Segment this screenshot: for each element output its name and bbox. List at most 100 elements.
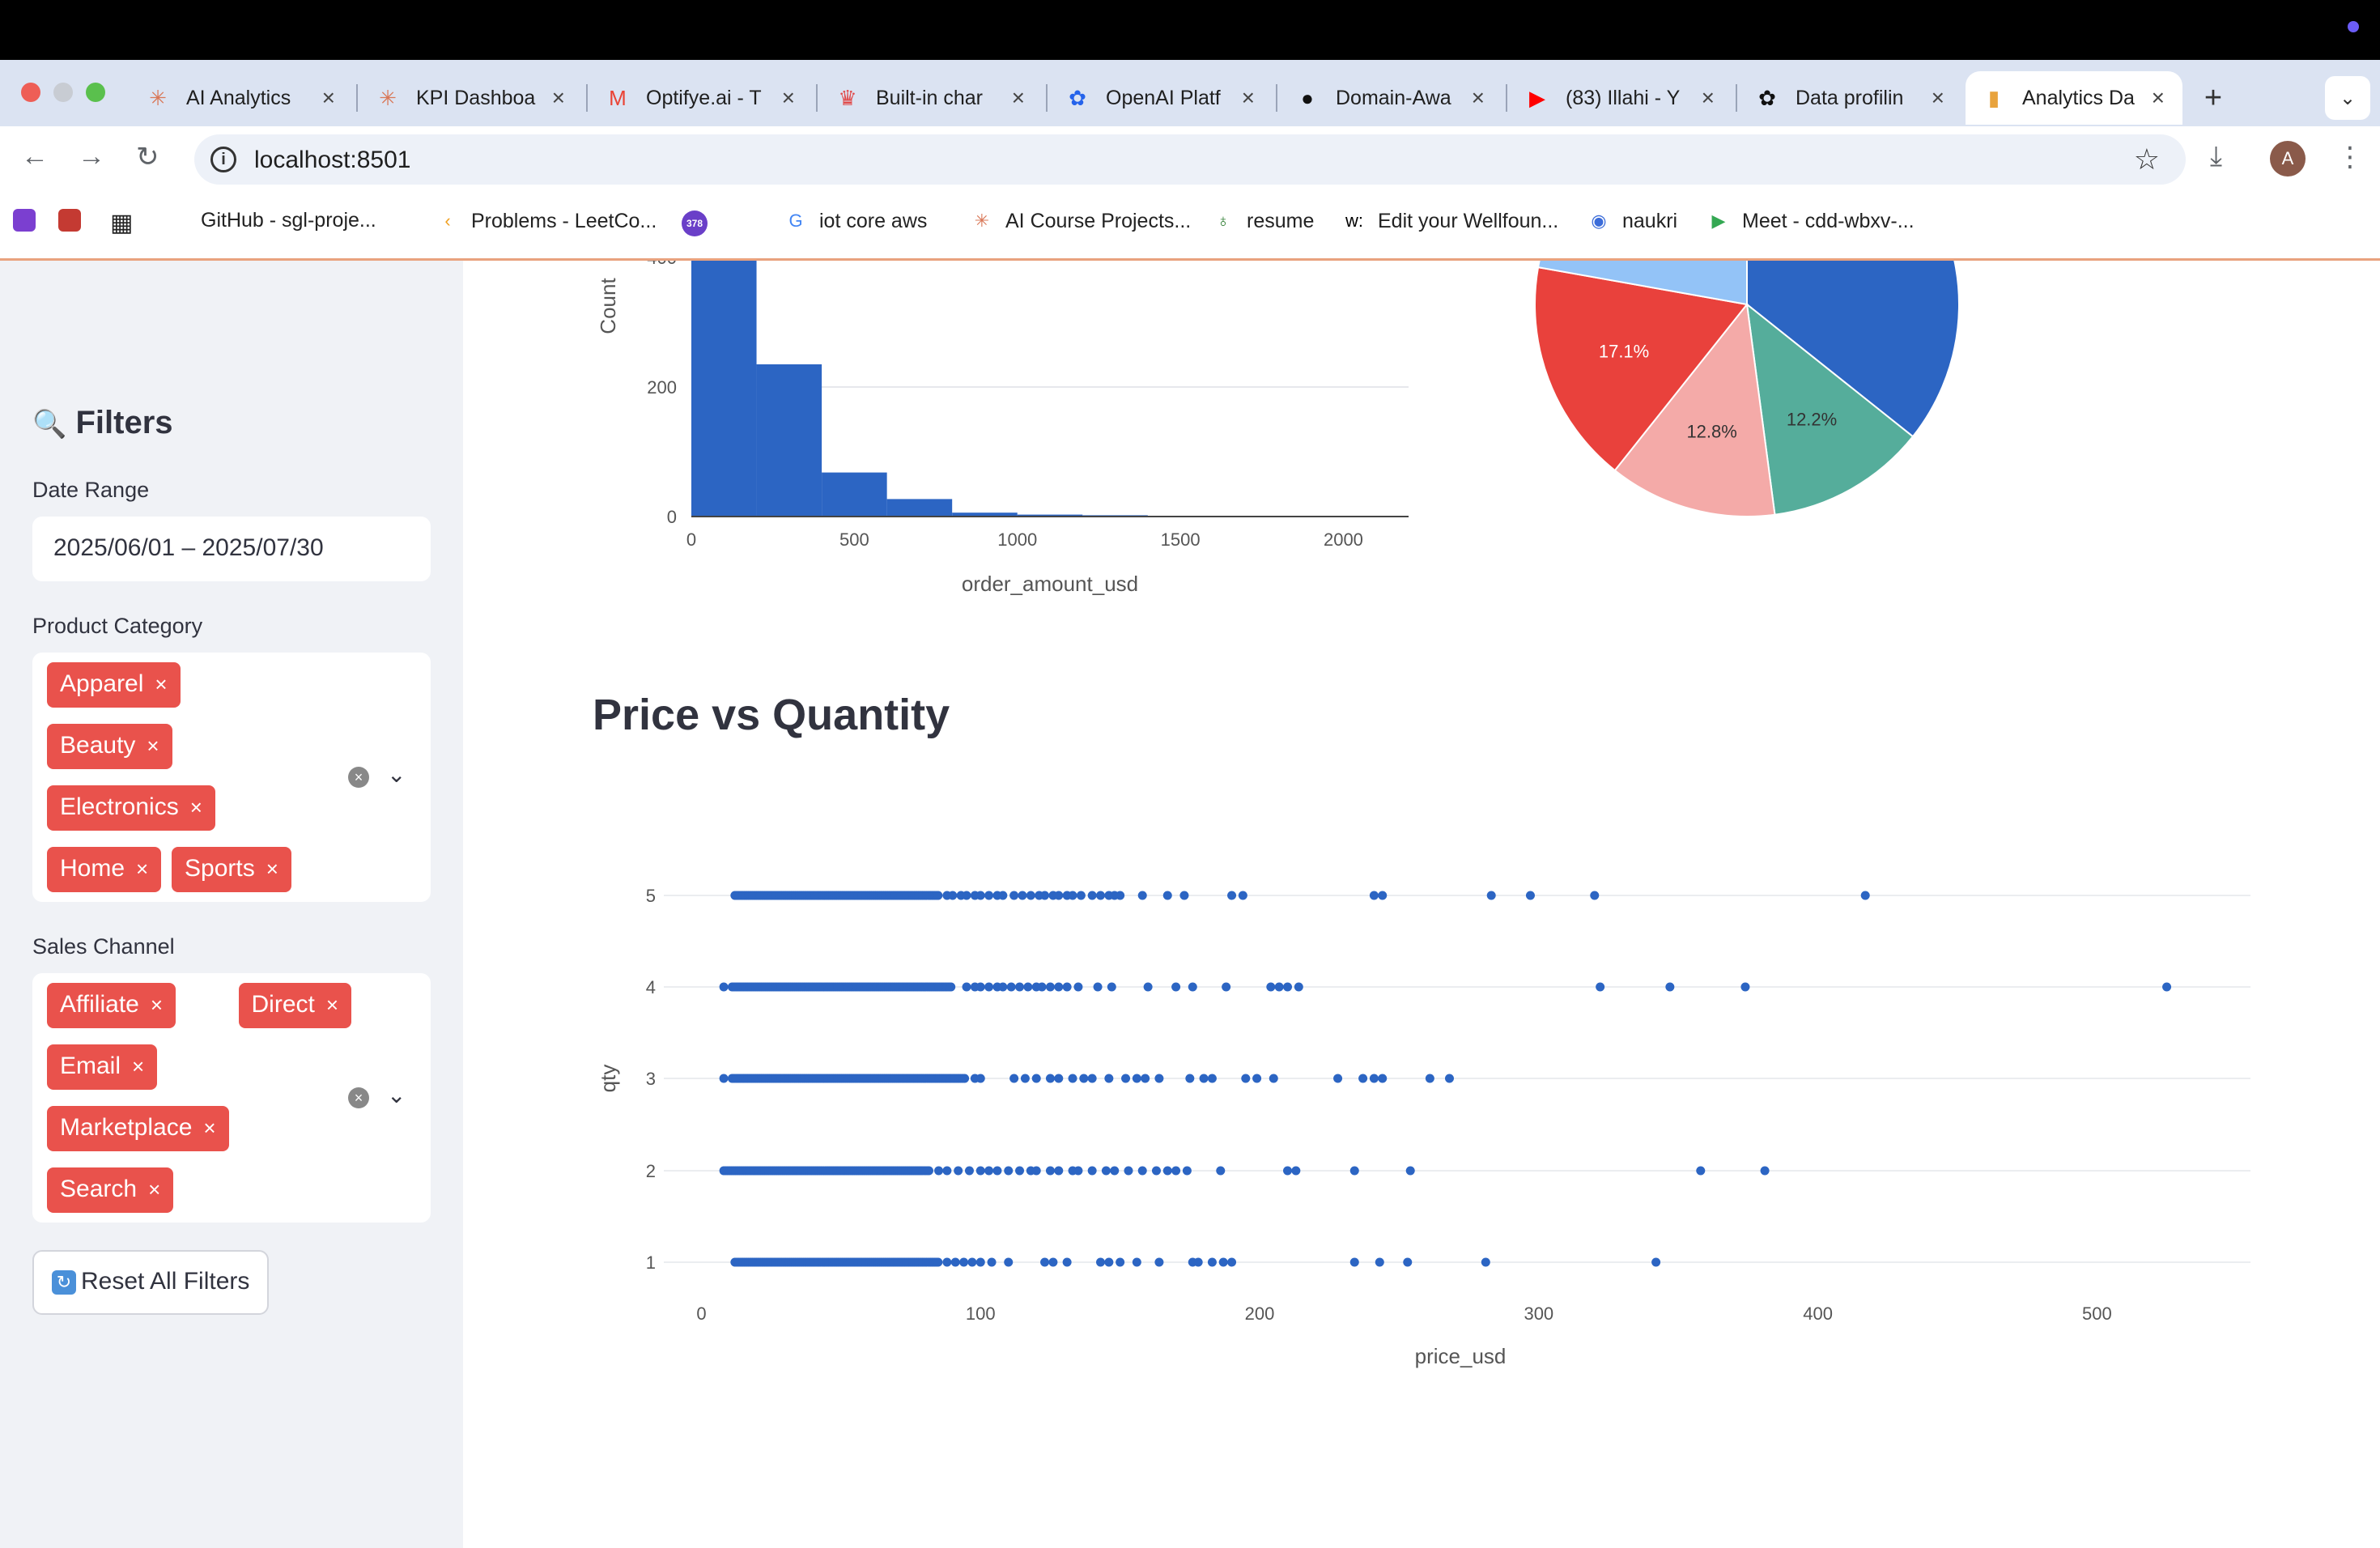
chip-label: Beauty <box>60 732 136 759</box>
remove-chip-icon[interactable]: × <box>203 1116 215 1140</box>
scatter-y-tick: 2 <box>646 1161 656 1181</box>
remove-chip-icon[interactable]: × <box>326 993 338 1017</box>
badge-count: 378 <box>682 211 708 236</box>
close-tab-icon[interactable]: × <box>1932 85 1944 111</box>
scatter-point <box>1216 1166 1226 1176</box>
bookmark-item[interactable]: Giot core aws <box>784 209 927 233</box>
remove-chip-icon[interactable]: × <box>151 993 163 1017</box>
filter-chip[interactable]: Apparel × <box>47 662 181 708</box>
sales-channel-multiselect[interactable]: × ⌄ Affiliate × Direct × Email × Marketplace × S… <box>32 973 431 1223</box>
new-tab-button[interactable]: + <box>2189 71 2238 125</box>
scatter-point <box>1096 891 1106 900</box>
close-window-button[interactable] <box>21 83 40 102</box>
scatter-point <box>1162 1166 1172 1176</box>
scatter-point <box>1266 982 1276 992</box>
remove-chip-icon[interactable]: × <box>132 1054 144 1078</box>
chip-label: Home <box>60 855 125 882</box>
filter-chip[interactable]: Direct × <box>238 983 352 1028</box>
date-range-input[interactable]: 2025/06/01 – 2025/07/30 <box>32 517 431 581</box>
remove-chip-icon[interactable]: × <box>190 795 202 819</box>
filter-chip[interactable]: Home × <box>47 847 162 892</box>
clear-channel-icon[interactable]: × <box>348 1087 369 1108</box>
tab-separator <box>1046 84 1048 112</box>
browser-tab[interactable]: ● Domain-Awa × <box>1279 71 1502 125</box>
clear-category-icon[interactable]: × <box>348 767 369 788</box>
bookmark-item[interactable]: GitHub - sgl-proje... <box>201 209 376 232</box>
app-purple-icon[interactable] <box>13 209 36 232</box>
browser-tab[interactable]: ▮ Analytics Da × <box>1966 71 2182 125</box>
scatter-point <box>1274 982 1284 992</box>
browser-tab[interactable]: ✿ Data profilin × <box>1739 71 1962 125</box>
scatter-point <box>1107 982 1116 992</box>
browser-tab[interactable]: ✳ AI Analytics × <box>130 71 353 125</box>
remove-chip-icon[interactable]: × <box>148 1177 160 1201</box>
scatter-point <box>1171 1166 1181 1176</box>
scatter-point <box>960 1074 970 1083</box>
bookmark-badge[interactable]: 378 <box>682 211 708 236</box>
browser-tab[interactable]: ▶ (83) Illahi - Y × <box>1509 71 1732 125</box>
browser-tab[interactable]: ✿ OpenAI Platf × <box>1049 71 1273 125</box>
menu-kebab-icon[interactable]: ⋮ <box>2336 141 2364 173</box>
bookmark-item[interactable]: ▶ Meet - cdd-wbxv-... <box>1706 209 1915 233</box>
bookmark-label: GitHub - sgl-proje... <box>201 209 376 232</box>
close-tab-icon[interactable]: × <box>1012 85 1025 111</box>
app-red-icon[interactable] <box>58 209 81 232</box>
filter-chip[interactable]: Beauty × <box>47 724 172 769</box>
scatter-point <box>1403 1257 1413 1267</box>
close-tab-icon[interactable]: × <box>552 85 565 111</box>
scatter-x-tick: 200 <box>1245 1303 1275 1324</box>
youtube-icon: ▶ <box>1529 85 1545 110</box>
scatter-point <box>1740 982 1750 992</box>
bookmark-item[interactable]: ✳ AI Course Projects... <box>970 209 1191 233</box>
bookmark-item[interactable]: ♁ resume <box>1211 209 1315 233</box>
close-tab-icon[interactable]: × <box>2152 85 2165 111</box>
remove-chip-icon[interactable]: × <box>266 857 278 881</box>
tab-search-chevron-icon[interactable]: ⌄ <box>2325 76 2370 120</box>
filter-chip[interactable]: Email × <box>47 1044 158 1090</box>
filter-chip[interactable]: Marketplace × <box>47 1106 229 1151</box>
scatter-point <box>1116 1257 1125 1267</box>
scatter-point <box>964 1166 974 1176</box>
close-tab-icon[interactable]: × <box>782 85 795 111</box>
filter-chip[interactable]: Sports × <box>172 847 291 892</box>
chip-label: Affiliate <box>60 991 139 1018</box>
back-arrow-icon[interactable]: ← <box>21 141 49 172</box>
product-category-multiselect[interactable]: × ⌄ Apparel × Beauty × Electronics × Home × Spor… <box>32 653 431 902</box>
scatter-point <box>1590 891 1600 900</box>
browser-tab[interactable]: M Optifye.ai - T × <box>589 71 813 125</box>
close-tab-icon[interactable]: × <box>1702 85 1715 111</box>
remove-chip-icon[interactable]: × <box>155 672 167 696</box>
bookmark-star-icon[interactable]: ☆ <box>2134 142 2160 176</box>
chevron-down-icon[interactable]: ⌄ <box>387 761 406 788</box>
apps-grid-icon[interactable]: ▦ <box>110 209 133 237</box>
filter-chip[interactable]: Affiliate × <box>47 983 176 1028</box>
filter-chip[interactable]: Search × <box>47 1167 174 1213</box>
site-info-icon[interactable]: i <box>210 147 236 172</box>
bookmark-item[interactable]: ‹ Problems - LeetCo... <box>436 209 657 233</box>
scatter-x-tick: 100 <box>966 1303 996 1324</box>
reset-filters-button[interactable]: ↻ Reset All Filters <box>32 1250 269 1315</box>
close-tab-icon[interactable]: × <box>1242 85 1255 111</box>
scatter-y-tick: 5 <box>646 886 656 906</box>
bookmark-item[interactable]: w: Edit your Wellfoun... <box>1342 209 1558 233</box>
bookmark-item[interactable]: ◉ naukri <box>1587 209 1677 233</box>
leetcode-icon: ‹ <box>444 211 451 231</box>
browser-tab[interactable]: ♛ Built-in char × <box>819 71 1043 125</box>
remove-chip-icon[interactable]: × <box>136 857 148 881</box>
scatter-point <box>1004 1257 1014 1267</box>
download-icon[interactable]: ⤓ <box>2210 141 2222 172</box>
remove-chip-icon[interactable]: × <box>147 734 159 758</box>
filter-chip[interactable]: Electronics × <box>47 785 215 831</box>
browser-tab[interactable]: ✳ KPI Dashboa × <box>359 71 583 125</box>
chevron-down-icon[interactable]: ⌄ <box>387 1082 406 1108</box>
minimize-window-button[interactable] <box>53 83 73 102</box>
reload-icon[interactable]: ↻ <box>136 141 159 173</box>
scatter-point <box>984 891 994 900</box>
maximize-window-button[interactable] <box>86 83 105 102</box>
close-tab-icon[interactable]: × <box>1472 85 1485 111</box>
address-bar[interactable]: i localhost:8501 ☆ <box>194 134 2186 185</box>
scatter-point <box>1141 1074 1150 1083</box>
close-tab-icon[interactable]: × <box>322 85 335 111</box>
forward-arrow-icon[interactable]: → <box>78 141 105 172</box>
avatar[interactable]: A <box>2270 141 2306 176</box>
